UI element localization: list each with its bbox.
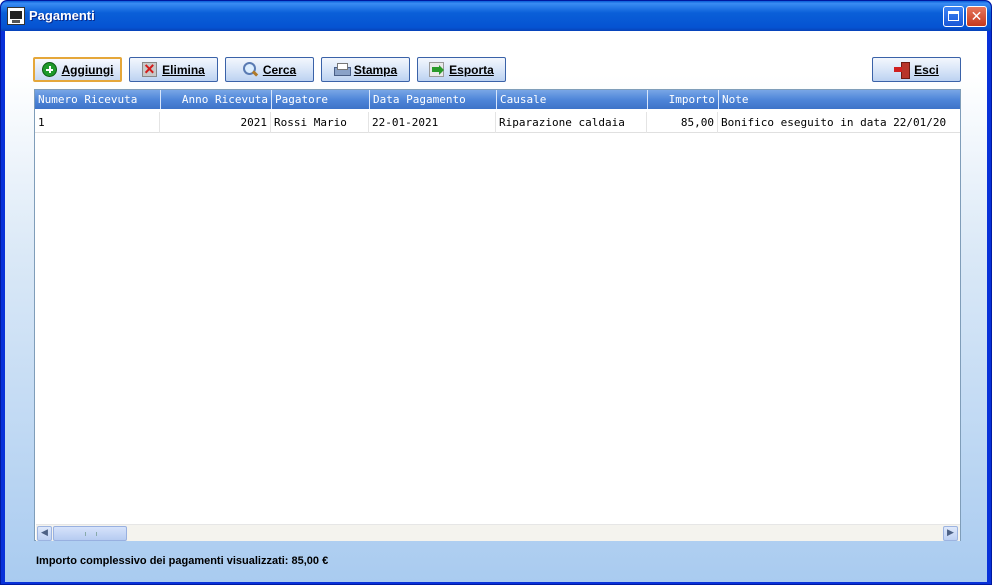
window-title: Pagamenti xyxy=(29,8,95,23)
cell-pagatore: Rossi Mario xyxy=(271,112,369,133)
horizontal-scrollbar[interactable]: ◀ ▶ xyxy=(36,524,960,541)
column-header-data-pagamento[interactable]: Data Pagamento xyxy=(369,90,496,109)
delete-button[interactable]: Elimina xyxy=(129,57,218,82)
column-header-pagatore[interactable]: Pagatore xyxy=(271,90,369,109)
add-button-label: Aggiungi xyxy=(61,62,114,77)
search-button-label: Cerca xyxy=(262,62,297,77)
delete-button-label: Elimina xyxy=(162,62,205,77)
table-row[interactable]: 1 2021 Rossi Mario 22-01-2021 Riparazion… xyxy=(35,112,960,133)
maximize-button[interactable] xyxy=(943,6,964,27)
export-button[interactable]: Esporta xyxy=(417,57,506,82)
app-icon[interactable] xyxy=(7,7,25,25)
payments-grid[interactable]: Numero Ricevuta Anno Ricevuta Pagatore D… xyxy=(34,89,961,541)
exit-button[interactable]: Esci xyxy=(872,57,961,82)
column-header-importo[interactable]: Importo xyxy=(647,90,718,109)
column-header-numero-ricevuta[interactable]: Numero Ricevuta xyxy=(35,90,160,109)
cell-note: Bonifico eseguito in data 22/01/20 xyxy=(721,116,947,129)
exit-door-icon xyxy=(894,62,911,79)
chevron-left-icon: ◀ xyxy=(41,528,48,538)
cell-data-pagamento: 22-01-2021 xyxy=(369,112,496,133)
cell-importo: 85,00 xyxy=(647,112,718,133)
window-client-area: Aggiungi Elimina Cerca Stampa Esporta Es… xyxy=(5,31,987,582)
add-button[interactable]: Aggiungi xyxy=(33,57,122,82)
maximize-icon xyxy=(948,11,959,21)
print-button-label: Stampa xyxy=(353,62,398,77)
grid-header: Numero Ricevuta Anno Ricevuta Pagatore D… xyxy=(35,90,960,109)
export-icon xyxy=(429,62,445,77)
add-icon xyxy=(41,62,57,77)
column-header-anno-ricevuta[interactable]: Anno Ricevuta xyxy=(160,90,271,109)
export-button-label: Esporta xyxy=(449,62,494,77)
close-button[interactable]: ✕ xyxy=(966,6,987,27)
cell-numero-ricevuta: 1 xyxy=(35,112,160,133)
print-button[interactable]: Stampa xyxy=(321,57,410,82)
column-header-causale[interactable]: Causale xyxy=(496,90,647,109)
printer-icon xyxy=(333,62,351,77)
scroll-right-button[interactable]: ▶ xyxy=(943,526,958,541)
total-payments-label: Importo complessivo dei pagamenti visual… xyxy=(36,555,329,567)
column-header-note[interactable]: Note xyxy=(718,90,960,109)
chevron-right-icon: ▶ xyxy=(947,528,954,538)
exit-button-label: Esci xyxy=(914,62,939,77)
search-icon xyxy=(242,62,258,77)
cell-anno-ricevuta: 2021 xyxy=(160,112,271,133)
close-icon: ✕ xyxy=(970,8,983,24)
main-window: Pagamenti ✕ Aggiungi Elimina Cerca Stamp… xyxy=(0,0,992,585)
scrollbar-thumb[interactable] xyxy=(53,526,127,541)
search-button[interactable]: Cerca xyxy=(225,57,314,82)
scroll-left-button[interactable]: ◀ xyxy=(37,526,52,541)
delete-icon xyxy=(142,59,158,80)
cell-causale: Riparazione caldaia xyxy=(496,112,647,133)
title-bar[interactable]: Pagamenti ✕ xyxy=(1,1,991,31)
